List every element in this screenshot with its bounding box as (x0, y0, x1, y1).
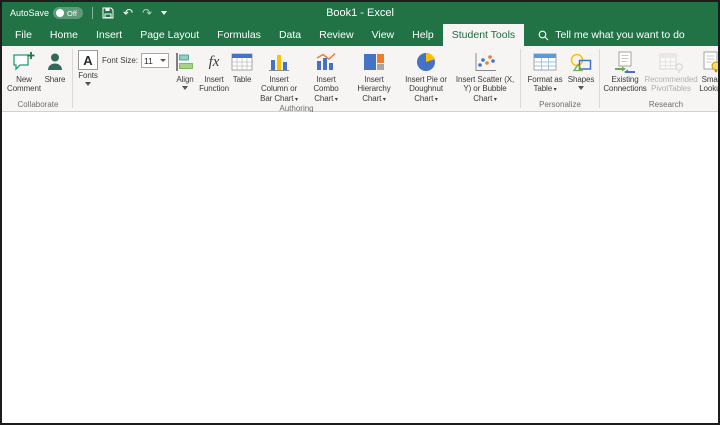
insert-pie-doughnut-chart-button[interactable]: Insert Pie or Doughnut Chart (399, 47, 453, 104)
existing-connections-button[interactable]: Existing Connections (603, 47, 647, 100)
quick-access-toolbar: ↶ ↷ (102, 7, 168, 19)
combo-chart-icon (314, 50, 338, 74)
undo-icon[interactable]: ↶ (123, 7, 133, 19)
recommended-pivottables-label: Recommended PivotTables (644, 75, 698, 94)
format-as-table-icon (533, 50, 557, 74)
tell-me-search[interactable]: Tell me what you want to do (538, 24, 685, 46)
tab-data[interactable]: Data (270, 24, 310, 46)
insert-column-bar-chart-button[interactable]: Insert Column or Bar Chart (255, 47, 303, 104)
tab-home[interactable]: Home (41, 24, 87, 46)
group-name-collaborate: Collaborate (17, 100, 59, 109)
save-icon[interactable] (102, 7, 114, 19)
hierarchy-chart-icon (362, 50, 386, 74)
insert-hierarchy-chart-button[interactable]: Insert Hierarchy Chart (349, 47, 399, 104)
tab-help[interactable]: Help (403, 24, 443, 46)
insert-scatter-bubble-chart-label: Insert Scatter (X, Y) or Bubble Chart (454, 75, 516, 104)
fonts-button[interactable]: A Fonts (78, 50, 98, 89)
ribbon-group-personalize: Format as Table Shapes Personalize (521, 46, 599, 111)
pie-chart-icon (415, 50, 437, 74)
fonts-label: Fonts (78, 71, 98, 80)
autosave-state: Off (67, 8, 77, 18)
font-size-control: Font Size: 11 (102, 53, 170, 68)
recommended-pivottables-button: Recommended PivotTables (644, 47, 698, 100)
format-as-table-label: Format as Table (525, 75, 565, 95)
chevron-down-icon (160, 59, 167, 65)
ribbon: New Comment Share Collaborate A Fonts Fo… (2, 46, 718, 113)
scatter-chart-icon (473, 50, 497, 74)
existing-connections-label: Existing Connections (603, 75, 647, 94)
excel-window: AutoSave Off ↶ ↷ Book1 - Excel File Home (0, 0, 720, 425)
align-icon (174, 50, 196, 74)
tell-me-label: Tell me what you want to do (555, 29, 685, 41)
autosave-toggle[interactable]: Off (53, 7, 84, 19)
smart-lookup-label: Smart Lookup (699, 75, 718, 94)
group-name-personalize: Personalize (539, 100, 581, 109)
align-label: Align (176, 75, 194, 84)
fonts-cluster: A Fonts Font Size: 11 (76, 47, 171, 104)
insert-combo-chart-button[interactable]: Insert Combo Chart (303, 47, 349, 104)
insert-scatter-bubble-chart-button[interactable]: Insert Scatter (X, Y) or Bubble Chart (453, 47, 517, 104)
titlebar-divider (92, 7, 94, 19)
chevron-down-icon (182, 86, 189, 93)
tab-student-tools[interactable]: Student Tools (442, 24, 525, 46)
share-button[interactable]: Share (41, 47, 69, 100)
ribbon-tab-bar: File Home Insert Page Layout Formulas Da… (2, 24, 718, 46)
tab-insert[interactable]: Insert (87, 24, 131, 46)
insert-hierarchy-chart-label: Insert Hierarchy Chart (350, 75, 398, 104)
share-label: Share (44, 75, 66, 84)
new-comment-icon (12, 50, 36, 74)
redo-icon[interactable]: ↷ (142, 7, 152, 19)
insert-combo-chart-label: Insert Combo Chart (304, 75, 348, 104)
document-canvas[interactable] (2, 112, 718, 423)
tab-page-layout[interactable]: Page Layout (131, 24, 208, 46)
existing-connections-icon (613, 50, 637, 74)
group-name-research: Research (648, 100, 684, 109)
share-person-icon (46, 50, 64, 74)
new-comment-label: New Comment (7, 75, 41, 94)
tab-view[interactable]: View (363, 24, 404, 46)
font-size-label: Font Size: (102, 56, 139, 65)
table-button[interactable]: Table (229, 47, 255, 104)
customize-quick-access-icon[interactable] (161, 11, 168, 18)
column-chart-icon (267, 50, 291, 74)
insert-function-label: Insert Function (199, 75, 229, 94)
tab-file[interactable]: File (6, 24, 41, 46)
shapes-label: Shapes (567, 75, 595, 84)
smart-lookup-icon (702, 50, 718, 74)
font-size-combo[interactable]: 11 (141, 53, 170, 68)
chevron-down-icon (578, 86, 585, 93)
ribbon-group-research: Existing Connections Recommended PivotTa… (600, 46, 718, 111)
tab-review[interactable]: Review (310, 24, 362, 46)
table-label: Table (232, 75, 252, 84)
font-size-value: 11 (144, 55, 153, 66)
chevron-down-icon (85, 82, 91, 89)
autosave-label: AutoSave (10, 8, 50, 18)
table-icon (231, 50, 253, 74)
title-bar: AutoSave Off ↶ ↷ Book1 - Excel (2, 2, 718, 24)
function-fx-icon: fx (208, 53, 220, 70)
insert-column-bar-chart-label: Insert Column or Bar Chart (256, 75, 302, 104)
format-as-table-button[interactable]: Format as Table (524, 47, 566, 100)
shapes-icon (569, 50, 593, 74)
insert-pie-doughnut-chart-label: Insert Pie or Doughnut Chart (400, 75, 452, 104)
autosave-toggle-knob (56, 9, 65, 17)
insert-function-button[interactable]: fx Insert Function (199, 47, 229, 104)
autosave-control: AutoSave Off (10, 7, 84, 19)
smart-lookup-button[interactable]: Smart Lookup (695, 47, 718, 100)
search-icon (538, 30, 549, 41)
tab-formulas[interactable]: Formulas (208, 24, 270, 46)
fonts-a-icon: A (78, 50, 98, 70)
recommended-pivottables-icon (659, 50, 683, 74)
ribbon-group-authoring: A Fonts Font Size: 11 Align fx Insert Fu… (73, 46, 520, 113)
shapes-button[interactable]: Shapes (566, 47, 596, 100)
align-button[interactable]: Align (171, 47, 199, 104)
ribbon-group-collaborate: New Comment Share Collaborate (4, 46, 72, 111)
new-comment-button[interactable]: New Comment (7, 47, 41, 100)
